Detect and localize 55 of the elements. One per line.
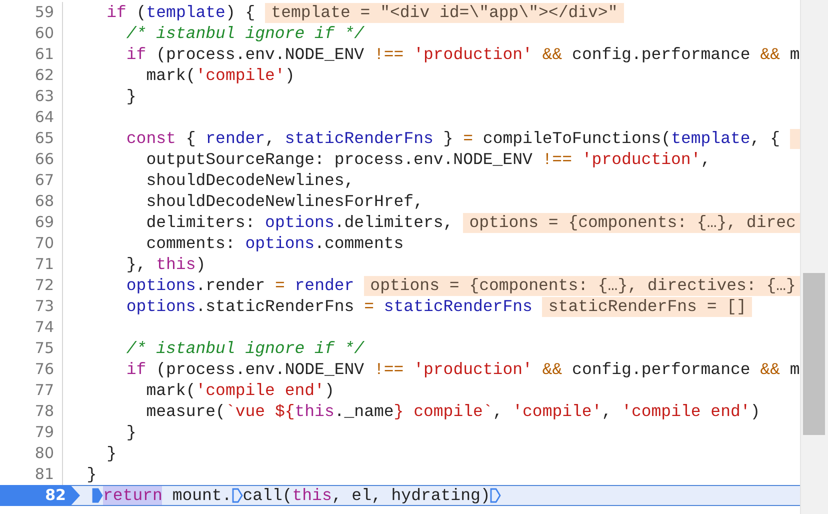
line-number[interactable]: 76	[0, 359, 63, 380]
line-number[interactable]: 79	[0, 422, 63, 443]
code-text: if (template) {	[106, 2, 256, 23]
line-number[interactable]: 74	[0, 317, 63, 338]
code-text: }	[86, 464, 97, 485]
code-text: outputSourceRange: process.env.NODE_ENV !== 'production',	[145, 149, 711, 170]
line-number[interactable]: 71	[0, 254, 63, 275]
inline-value: template = "<div id=\"app\"></div>"	[265, 2, 624, 22]
line-number[interactable]: 77	[0, 380, 63, 401]
line-number[interactable]: 80	[0, 443, 63, 464]
code-text: comments: options.comments	[145, 233, 404, 254]
code-text: shouldDecodeNewlinesForHref,	[145, 191, 424, 212]
code-text: /* istanbul ignore if */	[125, 23, 364, 44]
line-number[interactable]: 65	[0, 128, 63, 149]
code-text: }	[106, 443, 117, 464]
line-number[interactable]: 67	[0, 170, 63, 191]
line-number[interactable]: 66	[0, 149, 63, 170]
inline-value: staticRenderFns = []	[542, 296, 752, 316]
line-number[interactable]: 78	[0, 401, 63, 422]
code-text: shouldDecodeNewlines,	[145, 170, 354, 191]
line-number[interactable]: 75	[0, 338, 63, 359]
code-text: }	[125, 86, 136, 107]
code-text: mark('compile')	[145, 65, 295, 86]
code-text: /* istanbul ignore if */	[125, 338, 364, 359]
code-text: options.render = render	[125, 275, 354, 296]
code-text: if (process.env.NODE_ENV !== 'production' && config.performance && m	[125, 359, 800, 380]
marker-icon[interactable]	[232, 488, 243, 503]
marker-icon[interactable]	[490, 488, 502, 503]
line-number[interactable]: 69	[0, 212, 63, 233]
code-text: if (process.env.NODE_ENV !== 'production' && config.performance && m	[125, 44, 800, 65]
line-number[interactable]: 61	[0, 44, 63, 65]
code-text: const { render, staticRenderFns } = compileToFunctions(template, {	[125, 128, 780, 149]
inline-value: options = {components: {…}, directives: {…}	[364, 276, 800, 296]
line-number[interactable]: 62	[0, 65, 63, 86]
line-number[interactable]: 59	[0, 2, 63, 23]
code-text: delimiters: options.delimiters,	[145, 212, 454, 233]
scrollbar[interactable]	[800, 0, 828, 514]
code-text: measure(`vue ${this._name} compile`, 'compile', 'compile end')	[145, 401, 760, 422]
code-text: return mount.	[103, 485, 232, 506]
code-text: }, this)	[125, 254, 206, 275]
line-number[interactable]: 82	[0, 485, 80, 506]
inline-value	[790, 128, 800, 148]
line-number[interactable]: 60	[0, 23, 63, 44]
code-text: mark('compile end')	[145, 380, 334, 401]
inline-value: options = {components: {…}, direc	[463, 212, 800, 232]
line-number[interactable]: 70	[0, 233, 63, 254]
code-text: call(this, el, hydrating)	[242, 485, 490, 506]
line-number[interactable]: 64	[0, 107, 63, 128]
code-text: }	[125, 422, 136, 443]
line-number[interactable]: 68	[0, 191, 63, 212]
code-text: options.staticRenderFns = staticRenderFns	[125, 296, 532, 317]
line-number[interactable]: 63	[0, 86, 63, 107]
scrollbar-thumb[interactable]	[803, 273, 825, 435]
line-number[interactable]: 73	[0, 296, 63, 317]
line-number[interactable]: 72	[0, 275, 63, 296]
